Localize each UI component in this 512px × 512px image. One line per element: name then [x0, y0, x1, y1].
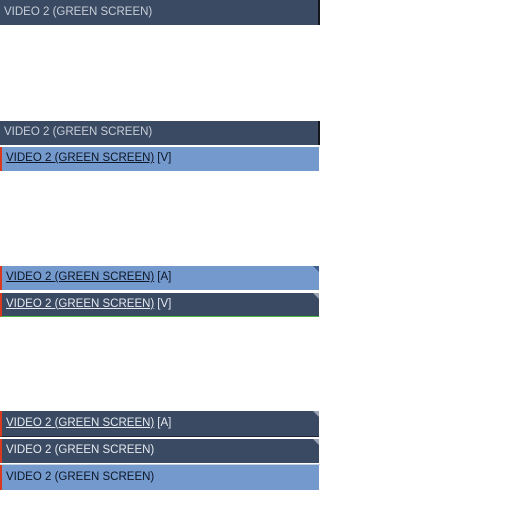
clip-track-type: [V] [157, 297, 172, 310]
clip-label: VIDEO 2 (GREEN SCREEN) [6, 152, 155, 165]
clip-corner-handle[interactable] [313, 266, 319, 272]
timeline-clip[interactable]: VIDEO 2 (GREEN SCREEN) [0, 121, 320, 145]
timeline-clip-video-selected[interactable]: VIDEO 2 (GREEN SCREEN) [V] [0, 147, 319, 171]
timeline-clip-video[interactable]: VIDEO 2 (GREEN SCREEN) [V] [0, 293, 319, 317]
timeline-clip-audio[interactable]: VIDEO 2 (GREEN SCREEN) [A] [0, 266, 319, 290]
clip-label: VIDEO 2 (GREEN SCREEN) [6, 470, 155, 483]
timeline-clip-selected[interactable]: VIDEO 2 (GREEN SCREEN) [0, 465, 319, 490]
timeline-clip-audio[interactable]: VIDEO 2 (GREEN SCREEN) [A] [0, 411, 319, 437]
clip-label: VIDEO 2 (GREEN SCREEN) [4, 5, 153, 18]
clip-label: VIDEO 2 (GREEN SCREEN) [6, 271, 155, 284]
clip-corner-handle[interactable] [313, 411, 319, 417]
clip-label: VIDEO 2 (GREEN SCREEN) [6, 297, 155, 310]
clip-track-type: [A] [157, 416, 172, 429]
clip-track-type: [V] [157, 152, 172, 165]
clip-label: VIDEO 2 (GREEN SCREEN) [6, 416, 155, 429]
clip-label: VIDEO 2 (GREEN SCREEN) [6, 444, 155, 457]
clip-track-type: [A] [157, 271, 172, 284]
clip-label: VIDEO 2 (GREEN SCREEN) [4, 126, 153, 139]
clip-corner-handle[interactable] [313, 439, 319, 445]
timeline-clip[interactable]: VIDEO 2 (GREEN SCREEN) [0, 0, 320, 25]
timeline-clip[interactable]: VIDEO 2 (GREEN SCREEN) [0, 439, 319, 463]
clip-corner-handle[interactable] [313, 293, 319, 299]
